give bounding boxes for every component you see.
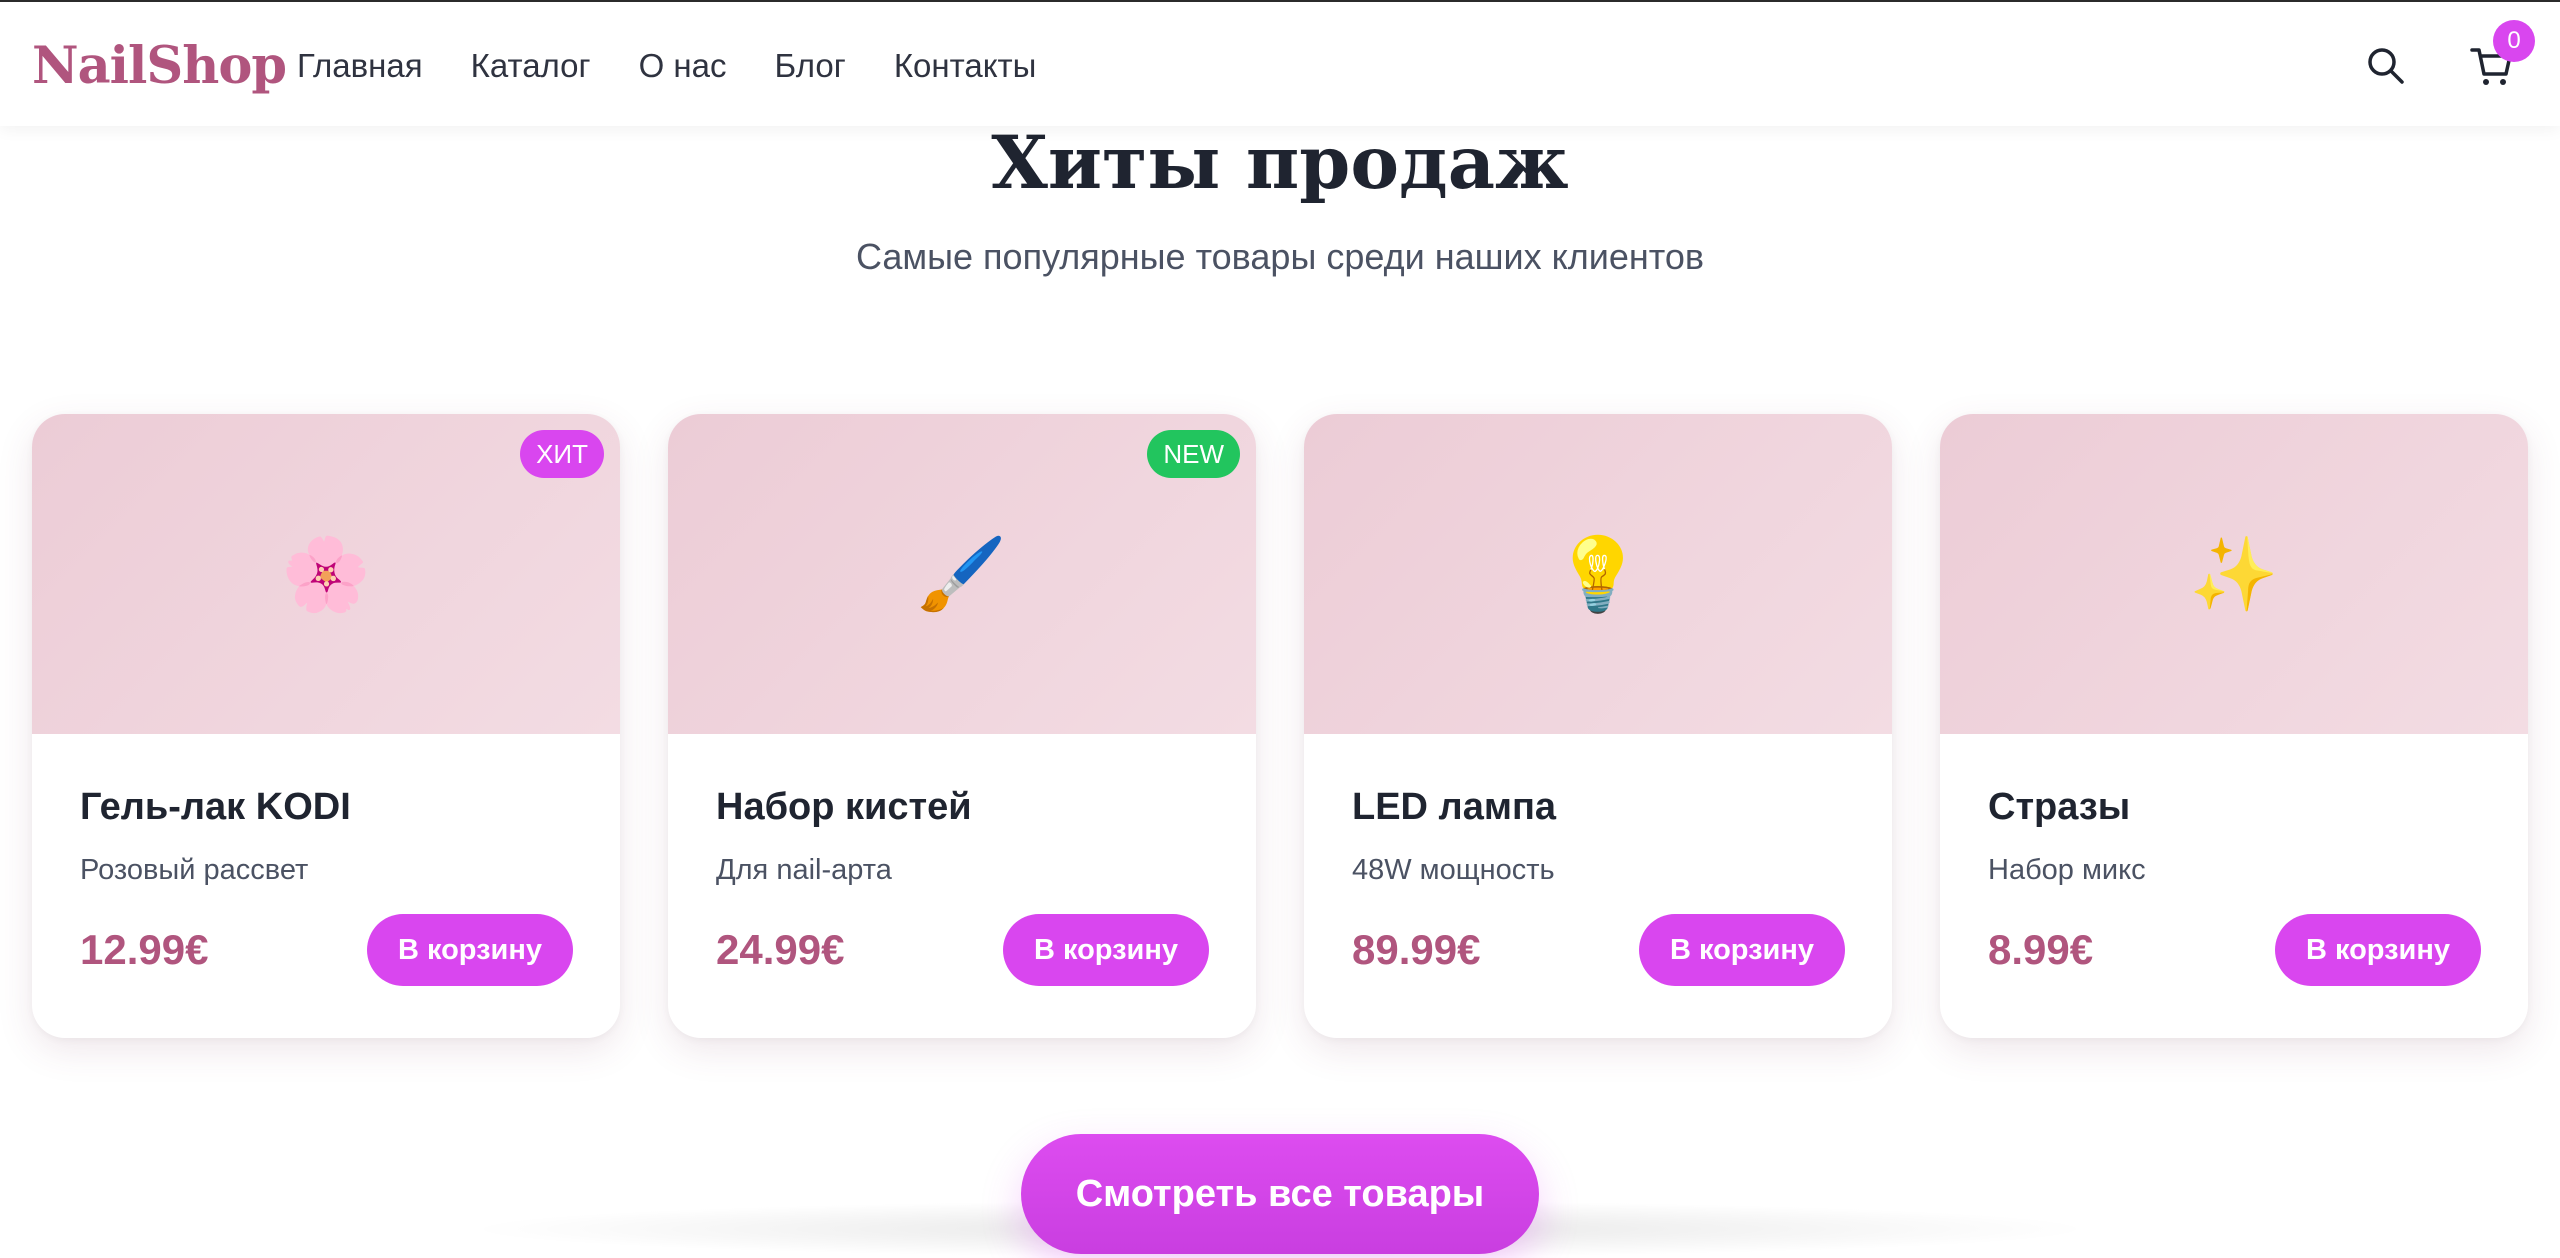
product-card[interactable]: 🖌️ NEW Набор кистей Для nail-арта 24.99€…	[668, 414, 1256, 1038]
add-to-cart-button[interactable]: В корзину	[1639, 914, 1845, 986]
nav-link-about[interactable]: О нас	[639, 40, 727, 92]
product-name[interactable]: Стразы	[1988, 782, 2130, 832]
product-name[interactable]: LED лампа	[1352, 782, 1556, 832]
nav-link-home[interactable]: Главная	[297, 40, 423, 92]
section-subtitle: Самые популярные товары среди наших клие…	[855, 236, 1704, 277]
product-badge-hit: ХИТ	[520, 430, 604, 478]
product-description: Для nail-арта	[716, 854, 892, 886]
nav-link-catalog[interactable]: Каталог	[471, 40, 591, 92]
nav-link-blog[interactable]: Блог	[775, 40, 846, 92]
search-icon	[2368, 48, 2404, 84]
cart-count-badge: 0	[2493, 20, 2535, 62]
product-card[interactable]: 💡 LED лампа 48W мощность 89.99€ В корзин…	[1304, 414, 1892, 1038]
product-name[interactable]: Гель-лак KODI	[80, 782, 351, 832]
main-nav: Главная Каталог О нас Блог Контакты	[297, 40, 1036, 92]
light-bulb-icon: 💡	[1553, 531, 1643, 616]
add-to-cart-button[interactable]: В корзину	[367, 914, 573, 986]
product-price: 8.99€	[1988, 926, 2094, 973]
nav-link-contacts[interactable]: Контакты	[894, 40, 1037, 92]
add-to-cart-button[interactable]: В корзину	[2275, 914, 2481, 986]
product-price: 24.99€	[716, 926, 845, 973]
site-header: NailShop Главная Каталог О нас Блог Конт…	[0, 0, 2560, 126]
product-card[interactable]: 🌸 ХИТ Гель-лак KODI Розовый рассвет 12.9…	[32, 414, 620, 1038]
logo[interactable]: NailShop	[32, 34, 287, 98]
product-name[interactable]: Набор кистей	[716, 782, 972, 832]
product-badge-new: NEW	[1147, 430, 1240, 478]
product-description: Розовый рассвет	[80, 854, 309, 886]
section-title: Хиты продаж	[991, 120, 1569, 206]
product-description: Набор микс	[1988, 854, 2146, 886]
product-description: 48W мощность	[1352, 854, 1555, 886]
product-card[interactable]: ✨ Стразы Набор микс 8.99€ В корзину	[1940, 414, 2528, 1038]
product-grid: 🌸 ХИТ Гель-лак KODI Розовый рассвет 12.9…	[32, 414, 2528, 1038]
product-price: 12.99€	[80, 926, 209, 973]
product-price: 89.99€	[1352, 926, 1481, 973]
add-to-cart-button[interactable]: В корзину	[1003, 914, 1209, 986]
search-button[interactable]	[2364, 44, 2408, 88]
view-all-products-button[interactable]: Смотреть все товары	[1021, 1134, 1539, 1254]
sparkles-icon: ✨	[2189, 531, 2279, 616]
